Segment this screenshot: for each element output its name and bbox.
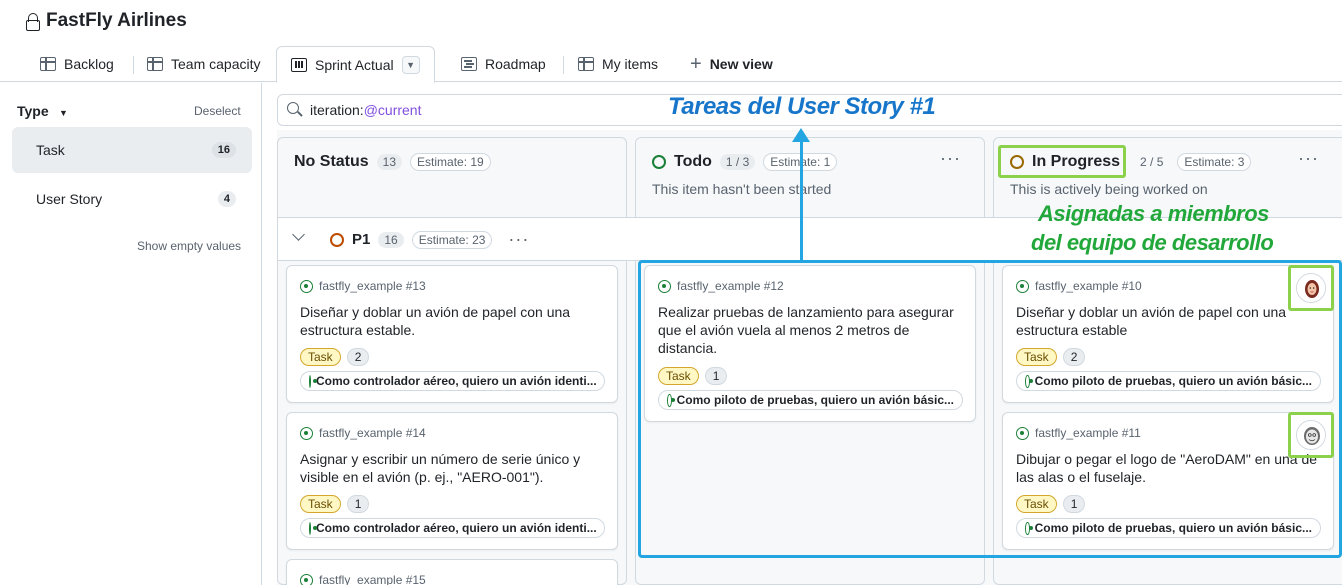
table-icon bbox=[578, 57, 594, 71]
roadmap-icon bbox=[461, 57, 477, 71]
board-icon bbox=[291, 57, 307, 72]
open-issue-icon bbox=[309, 374, 317, 388]
filter-item-user-story[interactable]: User Story 4 bbox=[12, 176, 252, 222]
column-header-no-status: No Status 13 Estimate: 19 bbox=[294, 153, 491, 171]
group-estimate: Estimate: 23 bbox=[411, 230, 493, 249]
issue-card[interactable]: fastfly_example #14 Asignar y escribir u… bbox=[286, 412, 618, 550]
annotation-title: Tareas del User Story #1 bbox=[668, 93, 936, 120]
column-title: No Status bbox=[294, 153, 369, 170]
card-ref[interactable]: fastfly_example #13 bbox=[300, 279, 426, 293]
assignee-highlight bbox=[1288, 412, 1334, 458]
tab-label: Sprint Actual bbox=[315, 56, 394, 73]
caret-down-icon[interactable]: ▼ bbox=[59, 108, 68, 118]
table-icon bbox=[147, 57, 163, 71]
deselect-button[interactable]: Deselect bbox=[194, 104, 241, 118]
tab-label: My items bbox=[602, 56, 658, 72]
assignee-highlight bbox=[1288, 265, 1334, 311]
group-name: P1 bbox=[352, 231, 371, 248]
column-count: 2 / 5 bbox=[1140, 155, 1164, 169]
column-header-todo: Todo 1 / 3 Estimate: 1 bbox=[652, 153, 838, 171]
card-ref-text: fastfly_example #14 bbox=[319, 426, 426, 440]
annotation-note-line2: del equipo de desarrollo bbox=[1031, 230, 1274, 255]
type-label[interactable]: Task bbox=[300, 348, 341, 366]
filter-item-count: 4 bbox=[217, 191, 236, 207]
card-ref[interactable]: fastfly_example #15 bbox=[300, 573, 426, 585]
lock-icon bbox=[26, 13, 40, 31]
show-empty-values-link[interactable]: Show empty values bbox=[137, 239, 241, 253]
column-estimate: Estimate: 19 bbox=[410, 153, 491, 171]
type-filter-heading[interactable]: Type bbox=[17, 103, 49, 119]
estimate-badge: 2 bbox=[346, 348, 370, 366]
type-label[interactable]: Task bbox=[300, 495, 341, 513]
annotation-note-line1: Asignadas a miembros bbox=[1038, 201, 1269, 226]
parent-title: Como controlador aéreo, quiero un avión … bbox=[316, 374, 597, 388]
table-icon bbox=[40, 57, 56, 71]
tab-backlog[interactable]: Backlog bbox=[40, 46, 114, 82]
card-title[interactable]: Asignar y escribir un número de serie ún… bbox=[300, 450, 600, 486]
tab-label: Backlog bbox=[64, 56, 114, 72]
column-description: This item hasn't been started bbox=[652, 181, 832, 197]
column-description: This is actively being worked on bbox=[1010, 181, 1208, 197]
project-title: FastFly Airlines bbox=[26, 10, 187, 32]
tab-my-items[interactable]: My items bbox=[578, 46, 658, 82]
group-header: P1 16 Estimate: 23 ··· bbox=[330, 229, 529, 250]
filter-item-label: Task bbox=[36, 142, 65, 158]
filter-item-count: 16 bbox=[211, 142, 236, 158]
annotation-highlight-box bbox=[638, 260, 1342, 558]
new-view-label: New view bbox=[709, 56, 773, 72]
card-title[interactable]: Diseñar y doblar un avión de papel con u… bbox=[300, 303, 600, 339]
issue-card[interactable]: fastfly_example #15 bbox=[286, 559, 618, 585]
filter-item-label: User Story bbox=[36, 191, 103, 207]
estimate-badge: 1 bbox=[346, 495, 370, 513]
todo-status-icon bbox=[652, 155, 666, 169]
open-issue-icon bbox=[300, 573, 313, 585]
open-issue-icon bbox=[300, 279, 313, 293]
priority-icon bbox=[330, 232, 344, 247]
view-options-dropdown[interactable]: ▼ bbox=[401, 55, 420, 74]
filter-key: iteration: bbox=[310, 102, 364, 118]
open-issue-icon bbox=[309, 521, 317, 535]
parent-issue-link[interactable]: Como controlador aéreo, quiero un avión … bbox=[300, 518, 605, 538]
annotation-arrow bbox=[800, 140, 803, 262]
in-progress-highlight bbox=[998, 145, 1126, 178]
parent-issue-link[interactable]: Como controlador aéreo, quiero un avión … bbox=[300, 371, 605, 391]
tab-team-capacity[interactable]: Team capacity bbox=[147, 46, 260, 82]
card-ref-text: fastfly_example #13 bbox=[319, 279, 426, 293]
group-menu-icon[interactable]: ··· bbox=[508, 229, 529, 250]
issue-card[interactable]: fastfly_example #13 Diseñar y doblar un … bbox=[286, 265, 618, 403]
group-count: 16 bbox=[378, 231, 404, 248]
annotation-arrow-head bbox=[792, 128, 810, 142]
card-ref-text: fastfly_example #15 bbox=[319, 573, 426, 585]
parent-title: Como controlador aéreo, quiero un avión … bbox=[316, 521, 597, 535]
column-title: Todo bbox=[674, 153, 712, 170]
filter-value: @current bbox=[363, 102, 422, 118]
project-title-text: FastFly Airlines bbox=[46, 10, 187, 31]
filter-item-task[interactable]: Task 16 bbox=[12, 127, 252, 173]
column-menu-icon[interactable]: ··· bbox=[1298, 148, 1319, 169]
plus-icon: + bbox=[690, 52, 702, 75]
search-icon bbox=[287, 102, 299, 114]
tab-roadmap[interactable]: Roadmap bbox=[461, 46, 546, 82]
card-ref[interactable]: fastfly_example #14 bbox=[300, 426, 426, 440]
column-count: 13 bbox=[376, 154, 403, 170]
column-count: 1 / 3 bbox=[719, 154, 756, 170]
column-estimate: Estimate: 3 bbox=[1177, 153, 1252, 171]
tab-label: Team capacity bbox=[171, 56, 261, 72]
tab-sprint-actual[interactable]: Sprint Actual ▼ bbox=[276, 46, 435, 83]
tab-label: Roadmap bbox=[485, 56, 546, 72]
view-tabs: Backlog Team capacity Sprint Actual ▼ Ro… bbox=[0, 46, 1342, 83]
open-issue-icon bbox=[300, 426, 313, 440]
column-menu-icon[interactable]: ··· bbox=[940, 148, 961, 169]
new-view-button[interactable]: + New view bbox=[690, 46, 773, 82]
